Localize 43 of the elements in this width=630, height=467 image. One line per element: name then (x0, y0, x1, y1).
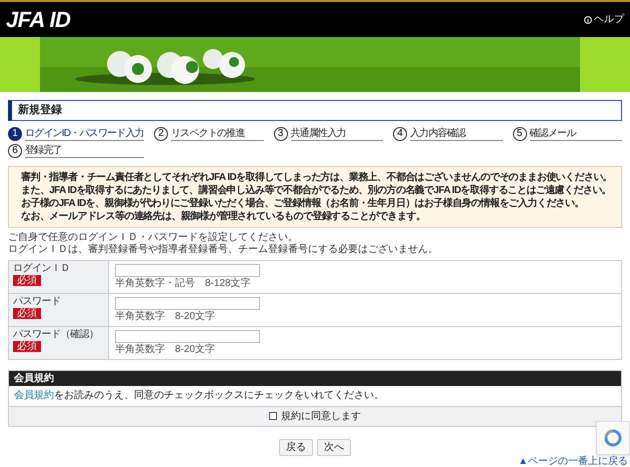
terms-link[interactable]: 会員規約 (14, 390, 54, 400)
nav-button[interactable]: 戻る (279, 438, 313, 456)
agree-checkbox[interactable] (269, 412, 277, 420)
step-number: 6 (8, 144, 22, 158)
notice-text: また、JFA IDを取得するにあたりまして、講習会申し込み等で不都合がでるため、別の方の名義でJFA IDを取得することはご遠慮ください。 (21, 184, 609, 196)
step-number: 4 (393, 126, 407, 140)
page-top-link[interactable]: ▲ページの一番上に戻る (518, 456, 628, 467)
agree-label: 規約に同意します (281, 410, 361, 424)
step-label: ログインID・パスワード入力 (25, 126, 144, 140)
notice-text: 審判・指導者・チーム責任者としてそれぞれJFA IDを取得してしまった方は、業務上、不都合はございませんのでそのままお使いください。 (21, 170, 609, 184)
page-title: 新規登録 (8, 100, 622, 120)
field-hint: 半角英数字 8-20文字 (115, 344, 216, 356)
step-number: 1 (8, 126, 22, 140)
notice-text: お子様のJFA IDを、親御様が代わりにご登録いただく場合、ご登録情報（お名前・生年月日）はお子様自身の情報をご入力ください。 (21, 196, 585, 210)
nav-button[interactable]: 次へ (317, 438, 351, 456)
step-label: 入力内容確認 (410, 126, 502, 140)
field-hint: 半角英数字 8-20文字 (115, 310, 216, 322)
logo: JFA ID (6, 6, 70, 34)
section-header: 会員規約 (9, 370, 621, 386)
step-label: リスペクトの推進 (171, 126, 264, 140)
notice-text: なお、メールアドレス等の連絡先は、親御様が管理されているもので登録することができます。 (21, 210, 426, 222)
field-label: パスワード (13, 296, 60, 308)
step-label: 確認メール (530, 126, 622, 140)
step-number: 5 (512, 126, 526, 140)
step-number: 3 (274, 126, 288, 140)
help-link[interactable]: ヘルプ (584, 12, 624, 27)
terms-text: 会員規約をお読みのうえ、同意のチェックボックスにチェックをいれてください。 (13, 388, 385, 402)
required-badge: 必須 (13, 308, 41, 318)
step-number: 2 (154, 126, 168, 140)
input-field[interactable] (115, 264, 260, 276)
captcha-icon (603, 428, 623, 448)
field-hint: 半角英数字・記号 8-128文字 (115, 278, 252, 290)
help-icon (584, 16, 592, 24)
input-field[interactable] (115, 330, 260, 342)
intro-text: ログインＩＤは、審判登録番号や指導者登録番号、チーム登録番号にする必要はございません。 (8, 244, 439, 256)
input-field[interactable] (115, 296, 260, 310)
field-label: パスワード（確認） (13, 328, 98, 340)
field-label: ログインＩＤ (13, 262, 70, 274)
required-badge: 必須 (13, 274, 41, 286)
required-badge: 必須 (13, 340, 41, 352)
intro-text: ご自身で任意のログインＩＤ・パスワードを設定してください。 (8, 232, 299, 244)
step-label: 共通属性入力 (290, 126, 383, 140)
step-label: 登録完了 (25, 144, 144, 158)
